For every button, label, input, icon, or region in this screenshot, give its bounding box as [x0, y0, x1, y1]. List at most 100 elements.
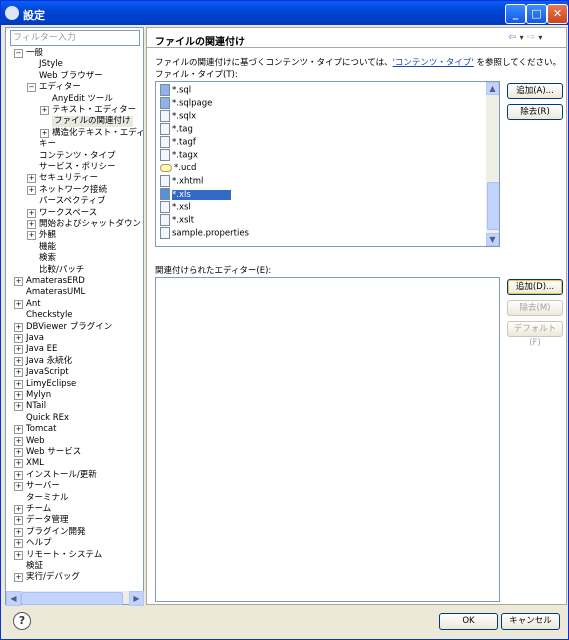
expand-icon[interactable]: +: [14, 436, 23, 446]
expand-icon[interactable]: +: [14, 539, 23, 549]
expand-icon[interactable]: +: [40, 128, 49, 138]
file-type-item[interactable]: *.sqlpage: [160, 97, 212, 109]
tree-item-label: 構造化テキスト・エディ: [52, 127, 143, 138]
tree-item-label: LimyEclipse: [26, 378, 77, 389]
file-type-label: *.xslt: [172, 215, 195, 226]
expand-icon[interactable]: +: [14, 277, 23, 286]
tree-item-label: JStyle: [39, 59, 63, 70]
associated-editors-list[interactable]: [155, 277, 500, 602]
file-type-item[interactable]: *.tag: [160, 123, 193, 135]
expand-icon[interactable]: +: [14, 425, 23, 435]
back-arrow-icon[interactable]: ⇦: [508, 32, 516, 43]
add-editor-button[interactable]: 追加(D)...: [507, 279, 563, 295]
expand-icon[interactable]: +: [14, 334, 23, 343]
tree-item-label: 外観: [39, 230, 57, 241]
expand-icon[interactable]: +: [14, 368, 23, 378]
tree-item-label: パースペクティブ: [39, 196, 106, 207]
file-types-scrollbar[interactable]: ▲ ▼: [486, 82, 499, 246]
expand-icon[interactable]: +: [14, 379, 23, 389]
expand-icon[interactable]: +: [14, 573, 23, 583]
expand-icon[interactable]: +: [27, 220, 36, 229]
tree-item-label: Mylyn: [26, 390, 52, 400]
expand-icon[interactable]: +: [14, 516, 23, 526]
tree-item-label: ターミナル: [26, 492, 69, 503]
file-type-item[interactable]: *.xhtml: [160, 175, 203, 187]
expand-icon[interactable]: +: [14, 299, 23, 309]
tree-item-label: プラグイン開発: [26, 526, 86, 537]
tree-item-label: Java: [26, 333, 44, 343]
expand-icon[interactable]: +: [14, 550, 23, 560]
expand-icon[interactable]: +: [14, 470, 23, 480]
collapse-icon[interactable]: −: [27, 83, 36, 93]
tree-item-label: コンテンツ・タイプ: [39, 150, 116, 161]
scroll-down-icon[interactable]: ▼: [486, 233, 499, 246]
expand-icon[interactable]: +: [27, 185, 36, 195]
filter-input[interactable]: フィルター入力: [10, 30, 140, 46]
file-icon: [160, 149, 170, 161]
title-bar[interactable]: 設定 _ □ ✕: [1, 1, 568, 25]
tree-item-label: 実行/デバッグ: [26, 572, 80, 583]
file-type-item[interactable]: *.sqlx: [160, 110, 196, 122]
expand-icon[interactable]: +: [14, 459, 23, 469]
expand-icon[interactable]: +: [14, 322, 23, 332]
expand-icon[interactable]: +: [40, 106, 49, 115]
xsl-file-icon: [160, 201, 170, 213]
file-type-item[interactable]: *.xslt: [160, 214, 194, 226]
sql-file-icon: [160, 97, 170, 109]
file-type-item[interactable]: *.sql: [160, 84, 191, 96]
file-type-item[interactable]: *.tagf: [160, 136, 196, 148]
scroll-up-icon[interactable]: ▲: [486, 82, 499, 95]
expand-icon[interactable]: +: [14, 527, 23, 537]
tree-item-label: ファイルの関連付け: [52, 116, 133, 128]
content-types-link[interactable]: 'コンテンツ・タイプ': [393, 58, 474, 68]
tree-item-label: 検証: [26, 561, 44, 571]
scroll-thumb[interactable]: [487, 182, 499, 230]
ok-button[interactable]: OK: [439, 613, 498, 630]
tree-item-label: AnyEdit ツール: [52, 93, 113, 104]
close-button[interactable]: ✕: [547, 4, 568, 24]
expand-icon[interactable]: +: [14, 448, 23, 457]
scroll-left-icon[interactable]: ◀: [6, 591, 21, 606]
file-type-item[interactable]: *.tagx: [160, 149, 198, 161]
file-type-item[interactable]: sample.properties: [160, 227, 249, 239]
ucd-file-icon: [160, 163, 172, 172]
file-type-item[interactable]: *.ucd: [160, 162, 196, 174]
back-menu-icon[interactable]: ▾: [520, 33, 524, 42]
minimize-button[interactable]: _: [505, 4, 526, 24]
add-file-type-button[interactable]: 追加(A)...: [507, 83, 563, 99]
expand-icon[interactable]: +: [27, 231, 36, 241]
collapse-icon[interactable]: −: [14, 49, 23, 58]
remove-editor-button[interactable]: 除去(M): [507, 300, 563, 316]
expand-icon[interactable]: +: [14, 356, 23, 366]
tree-item-label: Web サービス: [26, 447, 82, 457]
tree-item-label: Web ブラウザー: [39, 70, 103, 81]
tree-item-label: 一般: [26, 48, 44, 58]
file-types-list[interactable]: sample.properties *.xslt *.xsl *.xls *.xhtml…: [155, 81, 500, 247]
file-type-label: *.sqlx: [172, 111, 197, 122]
tree-item-label: XML: [26, 458, 44, 469]
scroll-thumb[interactable]: [21, 592, 123, 605]
default-editor-button[interactable]: デフォルト(F): [507, 321, 563, 348]
expand-icon[interactable]: +: [14, 345, 23, 355]
cancel-button[interactable]: キャンセル: [501, 613, 560, 630]
expand-icon[interactable]: +: [27, 174, 36, 184]
scroll-right-icon[interactable]: ▶: [129, 591, 144, 606]
file-type-label: *.sql: [172, 85, 192, 96]
expand-icon[interactable]: +: [14, 391, 23, 400]
help-icon[interactable]: ?: [13, 612, 31, 630]
remove-file-type-button[interactable]: 除去(R): [507, 104, 563, 120]
forward-menu-icon[interactable]: ▾: [538, 33, 542, 42]
sqlx-file-icon: [160, 110, 170, 122]
expand-icon[interactable]: +: [27, 208, 36, 218]
page-description: ファイルの関連付けに基づくコンテンツ・タイプについては、'コンテンツ・タイプ' …: [155, 58, 561, 68]
tree-horizontal-scrollbar[interactable]: ◀ ▶: [6, 591, 144, 606]
maximize-button[interactable]: □: [526, 4, 547, 24]
expand-icon[interactable]: +: [14, 505, 23, 514]
expand-icon[interactable]: +: [14, 402, 23, 412]
file-type-item[interactable]: *.xls: [160, 188, 231, 200]
tree-item-label: 検索: [39, 253, 57, 264]
expand-icon[interactable]: +: [14, 482, 23, 492]
properties-file-icon: [160, 227, 170, 239]
forward-arrow-icon[interactable]: ⇨: [527, 32, 535, 43]
file-type-item[interactable]: *.xsl: [160, 201, 191, 213]
